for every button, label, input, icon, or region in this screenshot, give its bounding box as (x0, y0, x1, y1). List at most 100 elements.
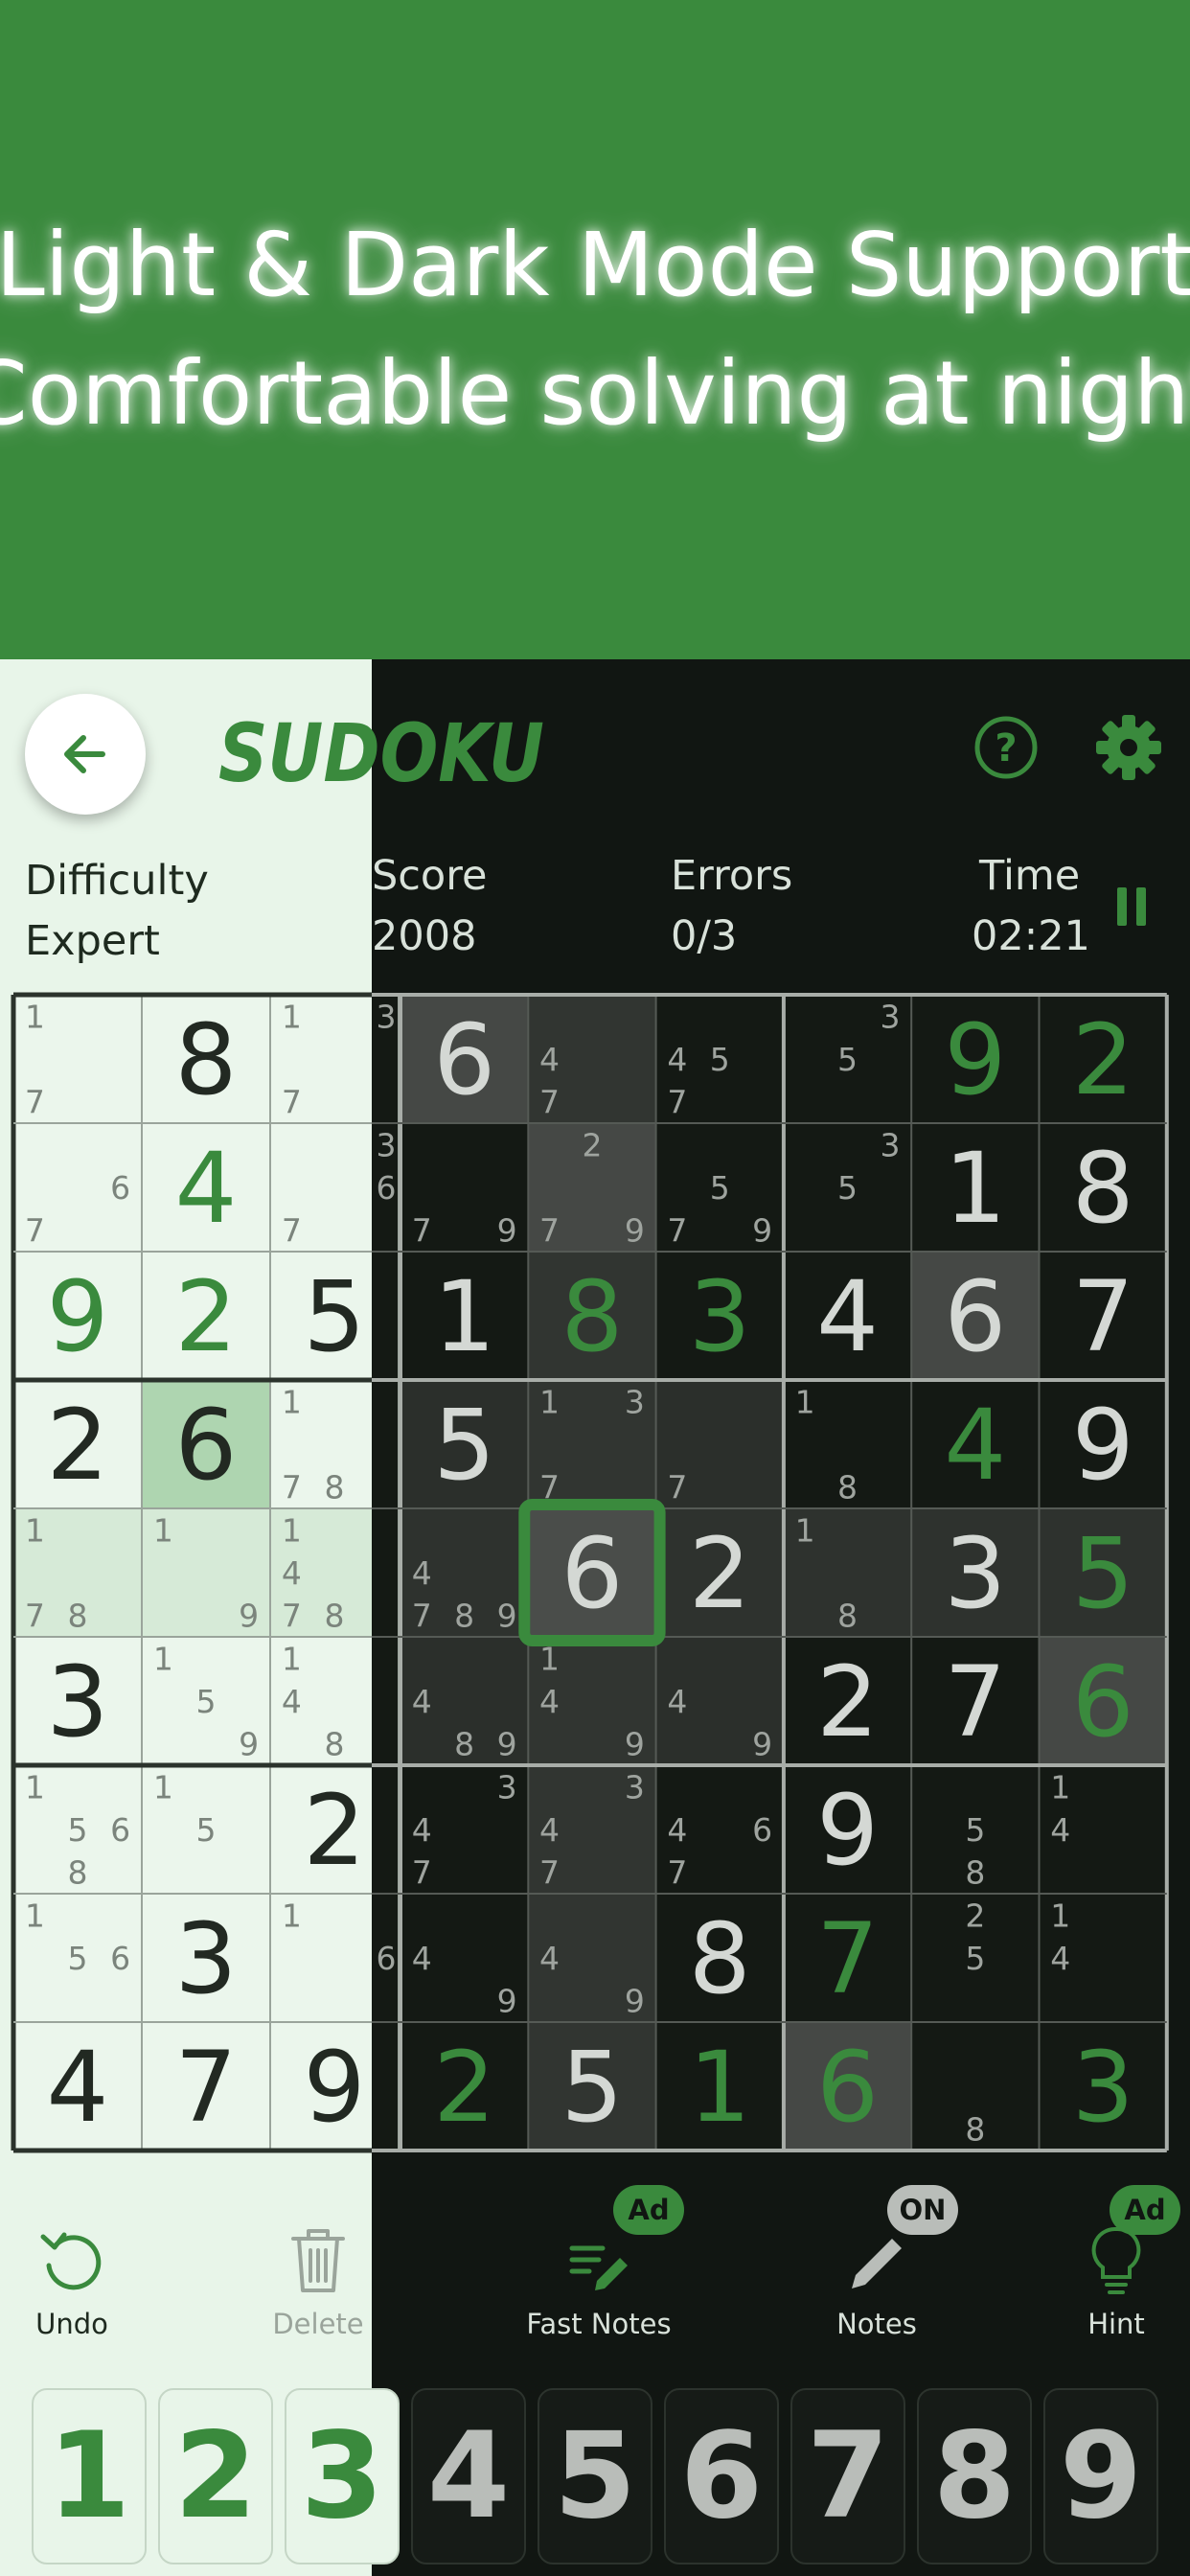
cell-value: 2 (816, 1645, 879, 1760)
candidate-note: 8 (325, 1598, 345, 1635)
numpad-key-1[interactable]: 1 (32, 2388, 147, 2564)
cell-value: 6 (561, 1517, 623, 1631)
candidate-note: 5 (196, 1811, 217, 1849)
candidate-note: 4 (667, 1041, 687, 1078)
candidate-note: 3 (625, 1768, 645, 1806)
candidate-note: 4 (539, 1683, 560, 1720)
candidate-note: 4 (1050, 1940, 1070, 1977)
candidate-note: 7 (25, 1212, 45, 1250)
cell-value: 8 (1072, 1132, 1134, 1246)
candidate-note: 8 (965, 2111, 985, 2149)
candidate-note: 9 (497, 1212, 517, 1250)
candidate-note: 6 (110, 1169, 130, 1207)
cell-value: 8 (689, 1902, 751, 2016)
candidate-note: 7 (282, 1598, 302, 1635)
cell-value: 9 (47, 1260, 109, 1374)
candidate-note: 9 (752, 1726, 772, 1763)
numpad-key-2[interactable]: 2 (158, 2388, 273, 2564)
candidate-note: 7 (539, 1212, 560, 1250)
candidate-note: 5 (710, 1169, 730, 1207)
candidate-note: 8 (454, 1598, 474, 1635)
candidate-note: 1 (282, 1383, 302, 1420)
candidate-note: 5 (837, 1041, 858, 1078)
candidate-note: 8 (68, 1854, 88, 1892)
numpad-key-5[interactable]: 5 (538, 2388, 652, 2564)
candidate-note: 3 (377, 998, 397, 1035)
delete-button[interactable]: Delete (237, 2214, 400, 2358)
candidate-note: 9 (497, 1983, 517, 2020)
cell-value: 7 (944, 1645, 1006, 1760)
cell-value: 6 (944, 1260, 1006, 1374)
candidate-note: 5 (965, 1811, 985, 1849)
cell-value: 6 (816, 2031, 879, 2145)
candidate-note: 9 (497, 1598, 517, 1635)
delete-label: Delete (272, 2308, 364, 2340)
candidate-note: 7 (25, 1598, 45, 1635)
candidate-note: 7 (412, 1854, 432, 1892)
candidate-note: 1 (282, 1640, 302, 1677)
notes-toggle-button[interactable]: ON Notes (795, 2185, 958, 2358)
candidate-note: 1 (539, 1383, 560, 1420)
candidate-note: 6 (752, 1811, 772, 1849)
candidate-note: 9 (625, 1726, 645, 1763)
candidate-note: 5 (68, 1940, 88, 1977)
hint-ad-badge: Ad (1110, 2185, 1180, 2235)
cell-value: 7 (816, 1902, 879, 2016)
candidate-note: 1 (1050, 1768, 1070, 1806)
cell-value: 2 (689, 1517, 751, 1631)
cell-value: 2 (433, 2031, 495, 2145)
sudoku-cell (372, 1508, 400, 1637)
candidate-note: 5 (196, 1683, 217, 1720)
numpad-key-8[interactable]: 8 (917, 2388, 1032, 2564)
candidate-note: 6 (377, 1169, 397, 1207)
cell-value: 7 (1072, 1260, 1134, 1374)
numpad-key-9[interactable]: 9 (1043, 2388, 1158, 2564)
numpad-key-6[interactable]: 6 (664, 2388, 779, 2564)
cell-value: 4 (816, 1260, 879, 1374)
candidate-note: 9 (239, 1726, 259, 1763)
candidate-note: 1 (25, 998, 45, 1035)
trash-icon (291, 2229, 345, 2292)
cell-value: 6 (1072, 1645, 1134, 1760)
candidate-note: 4 (539, 1811, 560, 1849)
candidate-note: 8 (454, 1726, 474, 1763)
fast-notes-ad-badge: Ad (613, 2185, 684, 2235)
cell-value: 4 (47, 2031, 109, 2145)
candidate-note: 3 (880, 998, 900, 1035)
candidate-note: 8 (837, 1598, 858, 1635)
candidate-note: 1 (282, 1511, 302, 1549)
candidate-note: 5 (837, 1169, 858, 1207)
cell-value: 3 (1072, 2031, 1134, 2145)
cell-value: 5 (561, 2031, 623, 2145)
notes-label: Notes (836, 2308, 917, 2340)
numpad-key-7[interactable]: 7 (790, 2388, 905, 2564)
candidate-note: 2 (965, 1897, 985, 1934)
cell-value: 1 (689, 2031, 751, 2145)
candidate-note: 5 (68, 1811, 88, 1849)
candidate-note: 1 (282, 998, 302, 1035)
numpad-key-4[interactable]: 4 (411, 2388, 526, 2564)
fast-notes-button[interactable]: Ad Fast Notes (517, 2185, 684, 2358)
numpad-key-3[interactable]: 3 (285, 2388, 400, 2564)
candidate-note: 7 (25, 1084, 45, 1121)
cell-value: 6 (433, 1003, 495, 1117)
sudoku-board[interactable]: 17 8 173 6 474 5735 9 267 4 7367 927 957 935 1 89 2 5 1 8 3… (0, 0, 1190, 2576)
candidate-note: 1 (25, 1511, 45, 1549)
undo-button[interactable]: Undo (0, 2214, 153, 2358)
cell-value: 5 (433, 1389, 495, 1503)
hint-button[interactable]: Ad Hint (1035, 2185, 1190, 2358)
candidate-note: 7 (539, 1854, 560, 1892)
candidate-note: 8 (68, 1598, 88, 1635)
candidate-note: 7 (282, 1212, 302, 1250)
candidate-note: 4 (667, 1811, 687, 1849)
cell-value: 3 (175, 1902, 238, 2016)
candidate-note: 5 (965, 1940, 985, 1977)
cell-value: 6 (175, 1389, 238, 1503)
cell-value: 8 (561, 1260, 623, 1374)
candidate-note: 1 (795, 1511, 815, 1549)
notes-on-badge: ON (887, 2185, 958, 2235)
candidate-note: 8 (325, 1469, 345, 1506)
candidate-note: 8 (965, 1854, 985, 1892)
cell-value: 1 (433, 1260, 495, 1374)
cell-value: 2 (47, 1389, 109, 1503)
